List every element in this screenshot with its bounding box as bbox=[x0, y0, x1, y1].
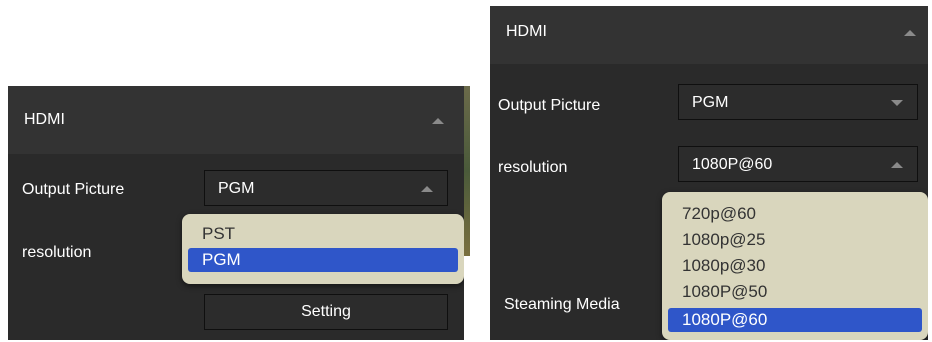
collapse-caret-icon[interactable] bbox=[904, 30, 916, 36]
output-picture-dropdown-list: PST PGM bbox=[182, 214, 464, 284]
left-hdmi-panel: HDMI Output Picture PGM resolution Setti… bbox=[8, 86, 464, 340]
dropdown-caret-up-icon bbox=[421, 186, 433, 192]
dropdown-caret-up-icon bbox=[891, 162, 903, 168]
resolution-value: 1080P@60 bbox=[692, 156, 773, 173]
background-image-strip bbox=[464, 86, 470, 256]
dropdown-caret-down-icon bbox=[891, 100, 903, 106]
resolution-select[interactable]: 1080P@60 bbox=[678, 146, 918, 182]
resolution-dropdown-list: 720p@60 1080p@25 1080p@30 1080P@50 1080P… bbox=[662, 192, 928, 340]
section-title: HDMI bbox=[506, 23, 547, 40]
collapse-caret-icon[interactable] bbox=[432, 118, 444, 124]
output-picture-value: PGM bbox=[218, 180, 255, 197]
hdmi-section-header[interactable]: HDMI bbox=[8, 86, 464, 154]
resolution-label: resolution bbox=[22, 244, 92, 261]
dropdown-option[interactable]: 720p@60 bbox=[668, 202, 922, 226]
hdmi-section-header[interactable]: HDMI bbox=[490, 6, 928, 64]
streaming-media-label: Steaming Media bbox=[504, 296, 620, 313]
dropdown-option[interactable]: 1080p@30 bbox=[668, 254, 922, 278]
right-hdmi-panel: HDMI Output Picture PGM resolution 1080P… bbox=[490, 6, 928, 340]
dropdown-option[interactable]: PST bbox=[188, 222, 458, 246]
dropdown-option[interactable]: 1080P@50 bbox=[668, 280, 922, 304]
output-picture-value: PGM bbox=[692, 94, 729, 111]
dropdown-option-selected[interactable]: 1080P@60 bbox=[668, 308, 922, 332]
dropdown-option[interactable]: 1080p@25 bbox=[668, 228, 922, 252]
section-title: HDMI bbox=[24, 111, 65, 128]
resolution-label: resolution bbox=[498, 159, 568, 176]
dropdown-option-selected[interactable]: PGM bbox=[188, 248, 458, 272]
setting-button[interactable]: Setting bbox=[204, 294, 448, 330]
output-picture-label: Output Picture bbox=[498, 97, 601, 114]
output-picture-select[interactable]: PGM bbox=[204, 170, 448, 206]
output-picture-select[interactable]: PGM bbox=[678, 84, 918, 120]
output-picture-label: Output Picture bbox=[22, 181, 125, 198]
